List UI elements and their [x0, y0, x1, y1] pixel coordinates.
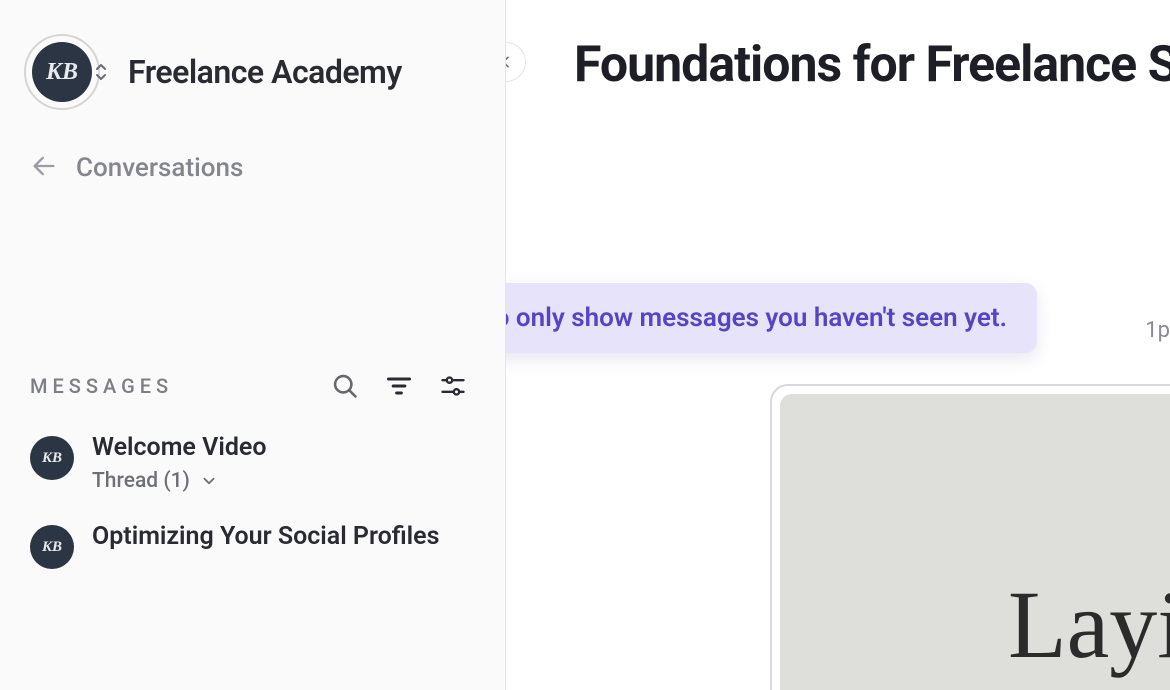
- thumbnail-text: Layin: [1008, 569, 1170, 680]
- message-thread[interactable]: Thread (1): [92, 469, 267, 493]
- workspace-avatar: KB: [24, 34, 100, 110]
- sidebar: KB Freelance Academy Conversations MESSA…: [0, 0, 506, 690]
- thread-label: Thread (1): [92, 469, 190, 493]
- filter-tooltip: Filter to only show messages you haven't…: [506, 283, 1037, 353]
- arrow-left-icon: [30, 152, 58, 184]
- time-label: 1p: [1145, 318, 1170, 343]
- workspace-switcher[interactable]: KB Freelance Academy: [0, 0, 505, 140]
- filter-icon[interactable]: [385, 372, 413, 400]
- annotation-arrow: [506, 400, 516, 520]
- message-item[interactable]: KB Optimizing Your Social Profiles: [30, 521, 481, 569]
- page-title: Foundations for Freelance Su: [574, 36, 1170, 94]
- sliders-icon[interactable]: [439, 372, 467, 400]
- avatar: KB: [30, 436, 74, 480]
- page-header: Foundations for Freelance Su: [506, 0, 1170, 94]
- search-icon[interactable]: [331, 372, 359, 400]
- message-item[interactable]: KB Welcome Video Thread (1): [30, 432, 481, 493]
- chevron-left-icon: [506, 54, 514, 70]
- messages-actions: [331, 372, 481, 400]
- content-thumbnail: Layin: [780, 394, 1170, 690]
- conversations-back[interactable]: Conversations: [0, 140, 505, 212]
- content-card[interactable]: Layin: [770, 384, 1170, 690]
- message-title: Optimizing Your Social Profiles: [92, 521, 439, 552]
- message-title: Welcome Video: [92, 432, 267, 463]
- main-content: Foundations for Freelance Su Filter to o…: [506, 0, 1170, 690]
- messages-title: MESSAGES: [30, 374, 173, 398]
- avatar-initials: KB: [32, 42, 92, 102]
- workspace-title: Freelance Academy: [128, 53, 402, 91]
- conversations-label: Conversations: [76, 153, 243, 183]
- avatar: KB: [30, 525, 74, 569]
- chevron-down-icon: [200, 472, 218, 490]
- messages-list: KB Welcome Video Thread (1) KB Optimizin…: [0, 412, 505, 569]
- messages-header: MESSAGES: [0, 212, 505, 412]
- chevron-up-down-icon: [94, 62, 108, 82]
